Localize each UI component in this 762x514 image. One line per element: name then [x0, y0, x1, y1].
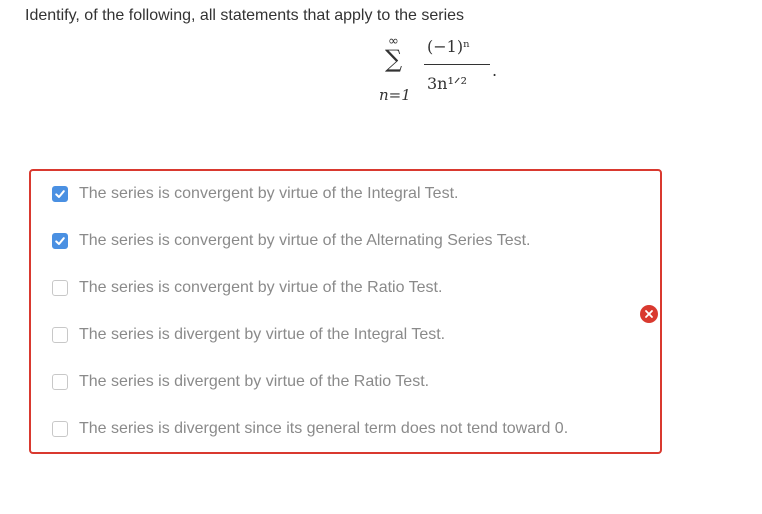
option-checkbox[interactable]	[52, 374, 68, 390]
sum-lower-limit: n=1	[379, 86, 411, 104]
option-integral-convergent[interactable]: The series is convergent by virtue of th…	[52, 182, 458, 206]
option-checkbox[interactable]	[52, 327, 68, 343]
checkmark-icon	[55, 190, 65, 198]
option-ratio-divergent[interactable]: The series is divergent by virtue of the…	[52, 370, 429, 394]
option-ratio-convergent[interactable]: The series is convergent by virtue of th…	[52, 276, 442, 300]
error-x-icon	[640, 305, 658, 323]
option-checkbox[interactable]	[52, 233, 68, 249]
option-label[interactable]: The series is divergent by virtue of the…	[79, 326, 445, 344]
fraction-numerator: (−1)ⁿ	[427, 37, 470, 56]
option-label[interactable]: The series is divergent by virtue of the…	[79, 373, 429, 391]
option-checkbox[interactable]	[52, 280, 68, 296]
option-label[interactable]: The series is convergent by virtue of th…	[79, 185, 458, 203]
checkmark-icon	[55, 237, 65, 245]
option-label[interactable]: The series is convergent by virtue of th…	[79, 279, 442, 297]
answer-options-box: The series is convergent by virtue of th…	[29, 169, 662, 454]
option-checkbox[interactable]	[52, 186, 68, 202]
series-formula: ∞ ∑ n=1 (−1)ⁿ 3n¹ᐟ² .	[370, 34, 510, 110]
sigma-symbol: ∑	[385, 45, 403, 73]
option-label[interactable]: The series is divergent since its genera…	[79, 420, 568, 438]
option-general-term-divergent[interactable]: The series is divergent since its genera…	[52, 417, 568, 441]
option-integral-divergent[interactable]: The series is divergent by virtue of the…	[52, 323, 445, 347]
fraction-bar	[424, 64, 490, 65]
option-label[interactable]: The series is convergent by virtue of th…	[79, 232, 531, 250]
formula-period: .	[492, 61, 498, 80]
fraction-denominator: 3n¹ᐟ²	[427, 74, 468, 93]
option-alternating-convergent[interactable]: The series is convergent by virtue of th…	[52, 229, 531, 253]
option-checkbox[interactable]	[52, 421, 68, 437]
question-prompt: Identify, of the following, all statemen…	[25, 7, 465, 24]
